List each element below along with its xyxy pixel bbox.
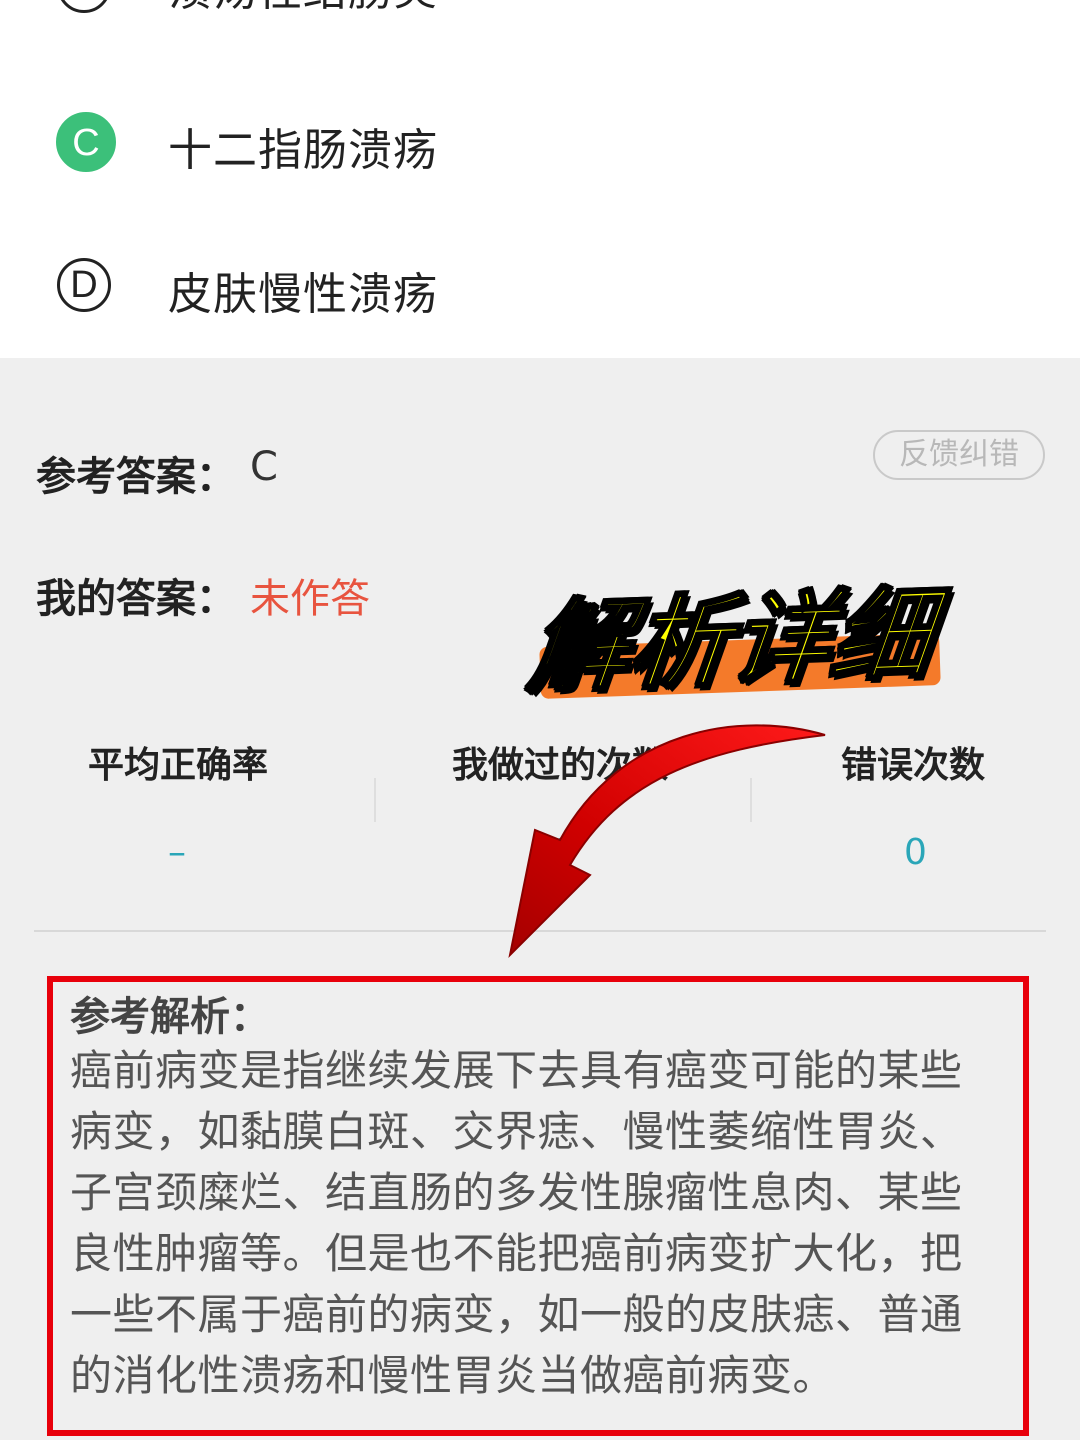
option-text: 溃疡性结肠炎 xyxy=(168,0,438,18)
option-d[interactable]: D 皮肤慢性溃疡 xyxy=(0,242,1080,332)
analysis-text: 癌前病变是指继续发展下去具有癌变可能的某些病变，如黏膜白斑、交界痣、慢性萎缩性胃… xyxy=(70,1046,963,1400)
my-answer-label: 我的答案： xyxy=(36,576,236,622)
option-c[interactable]: C 十二指肠溃疡 xyxy=(0,98,1080,188)
options-list: B 溃疡性结肠炎 C 十二指肠溃疡 D 皮肤慢性溃疡 xyxy=(0,0,1080,358)
stat-error-count-value: 0 xyxy=(904,832,927,873)
question-page: B 溃疡性结肠炎 C 十二指肠溃疡 D 皮肤慢性溃疡 参考答案： C 反馈纠错 … xyxy=(0,0,1080,1440)
feedback-button[interactable]: 反馈纠错 xyxy=(873,430,1045,480)
stat-average-accuracy-value: – xyxy=(168,832,186,873)
reference-answer-value: C xyxy=(250,444,278,490)
option-text: 皮肤慢性溃疡 xyxy=(168,269,438,320)
stat-divider xyxy=(374,778,376,822)
annotation-text: 解析详细 xyxy=(523,575,940,709)
option-letter-circle: B xyxy=(57,0,111,13)
option-letter-circle: D xyxy=(57,258,111,312)
stat-average-accuracy-title: 平均正确率 xyxy=(88,745,269,786)
analysis-title: 参考解析： xyxy=(70,994,270,1040)
option-text: 十二指肠溃疡 xyxy=(168,125,438,176)
my-answer-value: 未作答 xyxy=(250,576,370,622)
option-letter-circle-correct: C xyxy=(56,112,116,172)
red-curved-arrow-icon xyxy=(508,724,826,959)
stat-error-count-title: 错误次数 xyxy=(841,745,986,786)
reference-answer-label: 参考答案： xyxy=(36,454,236,500)
option-b[interactable]: B 溃疡性结肠炎 xyxy=(0,0,1080,52)
